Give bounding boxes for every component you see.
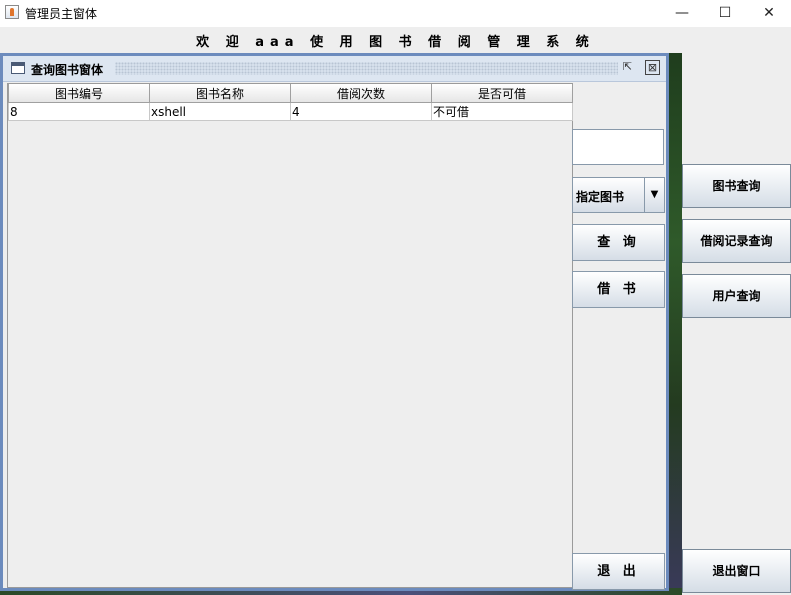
desktop-background [669,53,682,595]
query-button[interactable]: 查 询 [572,224,665,261]
search-input[interactable] [572,129,664,165]
cell-book-id[interactable]: 8 [8,102,150,121]
borrow-button[interactable]: 借 书 [572,271,665,308]
close-button[interactable]: ✕ [746,0,791,27]
filter-select[interactable]: 指定图书 ▼ [572,177,665,213]
cell-borrow-count[interactable]: 4 [290,102,432,121]
column-header-book-name[interactable]: 图书名称 [149,84,291,103]
internal-frame-titlebar[interactable]: 查询图书窗体 ⇱ ⊠ [3,56,666,82]
window-title: 管理员主窗体 [25,7,98,21]
minimize-button[interactable]: — [659,0,705,27]
column-header-borrow-count[interactable]: 借阅次数 [290,84,432,103]
user-query-button[interactable]: 用户查询 [682,274,791,318]
java-app-icon [5,5,19,19]
exit-window-button[interactable]: 退出窗口 [682,549,791,593]
triangle-down-icon[interactable]: ▼ [644,178,664,212]
restore-icon[interactable]: ⇱ [620,60,635,75]
filter-select-value: 指定图书 [576,190,625,204]
titlebar-grip [115,62,618,75]
book-query-internal-frame: 查询图书窗体 ⇱ ⊠ 图书编号 图书名称 借阅次数 是否可借 8 xshell … [0,53,669,591]
exit-button[interactable]: 退 出 [572,553,665,590]
window-icon [11,62,25,74]
book-table-scrollpane[interactable]: 图书编号 图书名称 借阅次数 是否可借 8 xshell 4 不可借 [7,83,573,588]
book-query-button[interactable]: 图书查询 [682,164,791,208]
column-header-book-id[interactable]: 图书编号 [8,84,150,103]
borrow-record-query-button[interactable]: 借阅记录查询 [682,219,791,263]
frame-close-icon[interactable]: ⊠ [645,60,660,75]
window-titlebar: 管理员主窗体 — ☐ ✕ [0,0,791,27]
maximize-button[interactable]: ☐ [702,0,748,27]
table-row[interactable]: 8 xshell 4 不可借 [8,102,573,121]
welcome-banner: 欢 迎 aaa 使 用 图 书 借 阅 管 理 系 统 [196,35,595,50]
right-nav-panel [682,53,791,595]
cell-available[interactable]: 不可借 [431,102,573,121]
column-header-available[interactable]: 是否可借 [431,84,573,103]
book-table: 图书编号 图书名称 借阅次数 是否可借 8 xshell 4 不可借 [8,84,573,121]
internal-frame-title: 查询图书窗体 [31,63,104,77]
cell-book-name[interactable]: xshell [149,102,291,121]
